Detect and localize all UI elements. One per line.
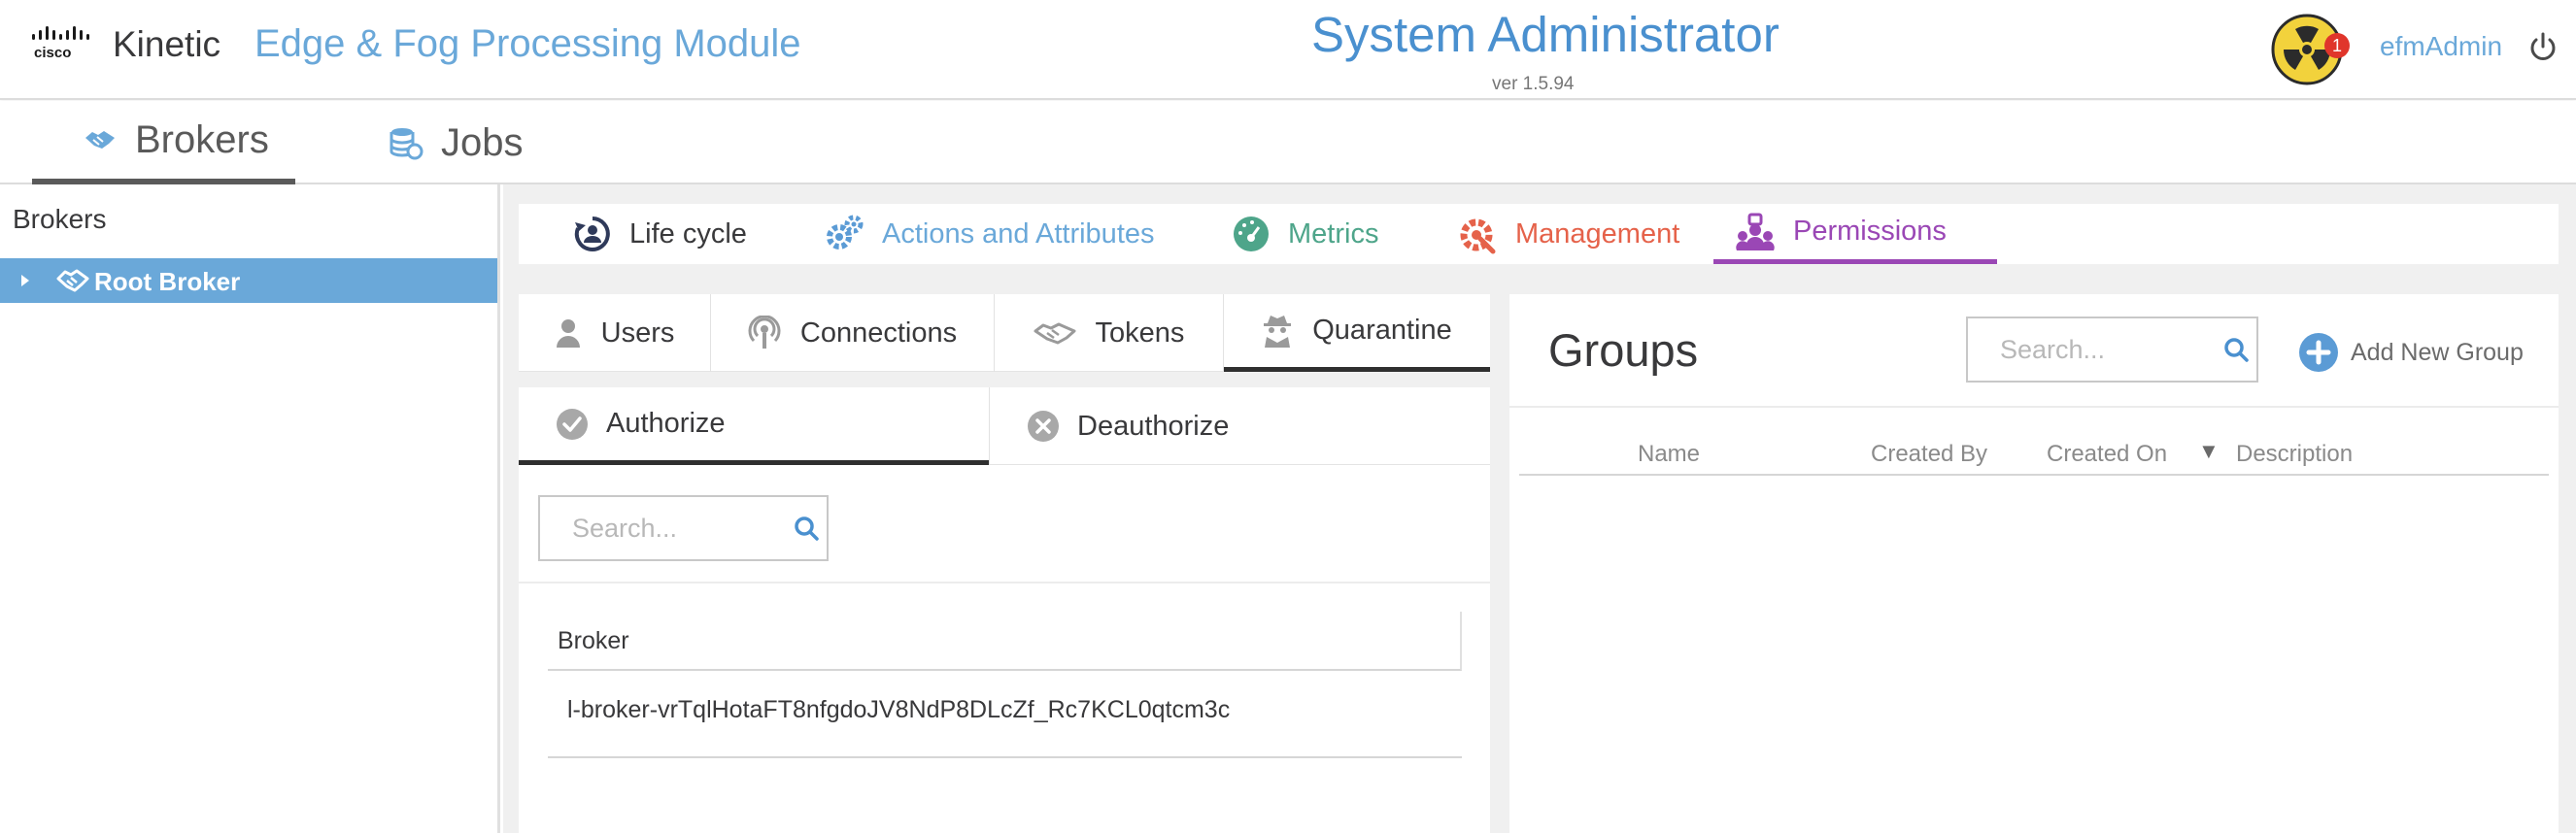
subtab-label: Users xyxy=(600,317,675,349)
subtab-quarantine[interactable]: Quarantine xyxy=(1224,294,1490,372)
quarantine-panel: Users Connections Tokens Quarantine Auth… xyxy=(519,294,1490,833)
brand-name: Kinetic xyxy=(113,24,221,64)
column-header-description[interactable]: Description xyxy=(2236,441,2353,468)
nav-tab-label: Jobs xyxy=(441,120,524,164)
column-header-name[interactable]: Name xyxy=(1638,441,1700,468)
wrench-gear-icon xyxy=(1457,214,1498,254)
tab-actions-and-attributes[interactable]: Actions and Attributes xyxy=(824,204,1155,264)
broker-sidebar: Brokers Root Broker xyxy=(0,184,500,833)
add-new-group-label: Add New Group xyxy=(2351,338,2524,366)
groups-panel: Groups Add New Group Name Created By xyxy=(1509,294,2559,833)
tab-label: Authorize xyxy=(606,408,726,439)
tab-label: Metrics xyxy=(1288,217,1379,250)
nav-tab-brokers[interactable]: Brokers xyxy=(32,101,295,184)
caret-right-icon[interactable] xyxy=(19,274,31,287)
handshake-icon xyxy=(83,126,118,153)
power-icon[interactable] xyxy=(2528,32,2558,63)
sidebar-title: Brokers xyxy=(13,204,107,234)
tab-label: Life cycle xyxy=(629,217,747,250)
spy-icon xyxy=(1262,314,1293,349)
subtab-label: Connections xyxy=(799,317,958,349)
app-header: cisco Kinetic Edge & Fog Processing Modu… xyxy=(0,0,2576,100)
authorize-tabs: Authorize Deauthorize xyxy=(519,387,1490,465)
groups-search-box xyxy=(1966,317,2258,383)
username-link[interactable]: efmAdmin xyxy=(2380,31,2502,62)
version-label: ver 1.5.94 xyxy=(1492,74,1575,94)
tab-metrics[interactable]: Metrics xyxy=(1232,204,1378,264)
tab-management[interactable]: Management xyxy=(1457,204,1679,264)
column-header-broker[interactable]: Broker xyxy=(548,612,1462,671)
subtab-users[interactable]: Users xyxy=(519,294,711,372)
handshake-icon xyxy=(1034,319,1076,347)
cisco-logo-icon: cisco xyxy=(30,25,102,60)
nav-tab-jobs[interactable]: Jobs xyxy=(340,101,563,184)
permission-subtabs: Users Connections Tokens Quarantine xyxy=(519,294,1490,372)
tab-deauthorize[interactable]: Deauthorize xyxy=(989,387,1490,465)
tab-label: Management xyxy=(1515,217,1680,250)
subtab-connections[interactable]: Connections xyxy=(711,294,995,372)
alert-count-badge[interactable]: 1 xyxy=(2324,33,2350,58)
tab-life-cycle[interactable]: Life cycle xyxy=(573,204,747,264)
groups-search-input[interactable] xyxy=(2000,334,2185,365)
category-tabs: Life cycle Actions and Attributes Metric… xyxy=(519,204,2559,264)
tab-permissions[interactable]: Permissions xyxy=(1713,204,1997,264)
groups-title: Groups xyxy=(1548,324,1699,376)
table-row[interactable]: l-broker-vrTqlHotaFT8nfgdoJV8NdP8DLcZf_R… xyxy=(548,671,1462,758)
search-icon[interactable] xyxy=(794,516,819,541)
gears-icon xyxy=(824,214,864,254)
page-title: System Administrator xyxy=(1311,7,1779,62)
main-content: Life cycle Actions and Attributes Metric… xyxy=(503,184,2576,833)
broker-table: Broker l-broker-vrTqlHotaFT8nfgdoJV8NdP8… xyxy=(548,612,1462,758)
tree-item-root-broker[interactable]: Root Broker xyxy=(0,258,497,303)
spacer xyxy=(519,372,1490,387)
divider xyxy=(519,582,1490,583)
broker-search-box xyxy=(538,495,829,561)
user-icon xyxy=(555,317,582,349)
broker-search-input[interactable] xyxy=(572,513,757,544)
broadcast-icon xyxy=(748,316,781,350)
x-circle-icon xyxy=(1027,410,1060,443)
plus-circle-icon xyxy=(2298,332,2339,373)
tab-label: Deauthorize xyxy=(1077,410,1230,442)
column-header-created-on[interactable]: Created On xyxy=(2047,441,2167,468)
module-name: Edge & Fog Processing Module xyxy=(254,22,801,65)
handshake-icon xyxy=(56,266,89,295)
gauge-icon xyxy=(1232,215,1271,253)
sort-descending-icon[interactable]: ▼ xyxy=(2198,439,2220,464)
nav-tab-label: Brokers xyxy=(135,117,269,161)
subtab-label: Tokens xyxy=(1095,317,1185,349)
divider xyxy=(1509,406,2559,408)
lifecycle-icon xyxy=(573,215,612,253)
search-icon[interactable] xyxy=(2223,337,2249,362)
tab-label: Actions and Attributes xyxy=(882,217,1155,250)
check-circle-icon xyxy=(556,408,589,441)
users-lock-icon xyxy=(1735,212,1776,252)
subtab-tokens[interactable]: Tokens xyxy=(995,294,1224,372)
tab-label: Permissions xyxy=(1793,216,1947,247)
tab-authorize[interactable]: Authorize xyxy=(519,387,989,465)
main-nav: Brokers Jobs xyxy=(0,101,2576,184)
add-new-group-button[interactable]: Add New Group xyxy=(2298,332,2524,373)
database-sync-icon xyxy=(389,125,424,160)
subtab-label: Quarantine xyxy=(1312,315,1452,346)
tree-item-label: Root Broker xyxy=(94,267,241,296)
svg-text:cisco: cisco xyxy=(34,45,71,60)
column-header-created-by[interactable]: Created By xyxy=(1871,441,1987,468)
groups-table-header: Name Created By Created On ▼ Description xyxy=(1519,427,2549,476)
